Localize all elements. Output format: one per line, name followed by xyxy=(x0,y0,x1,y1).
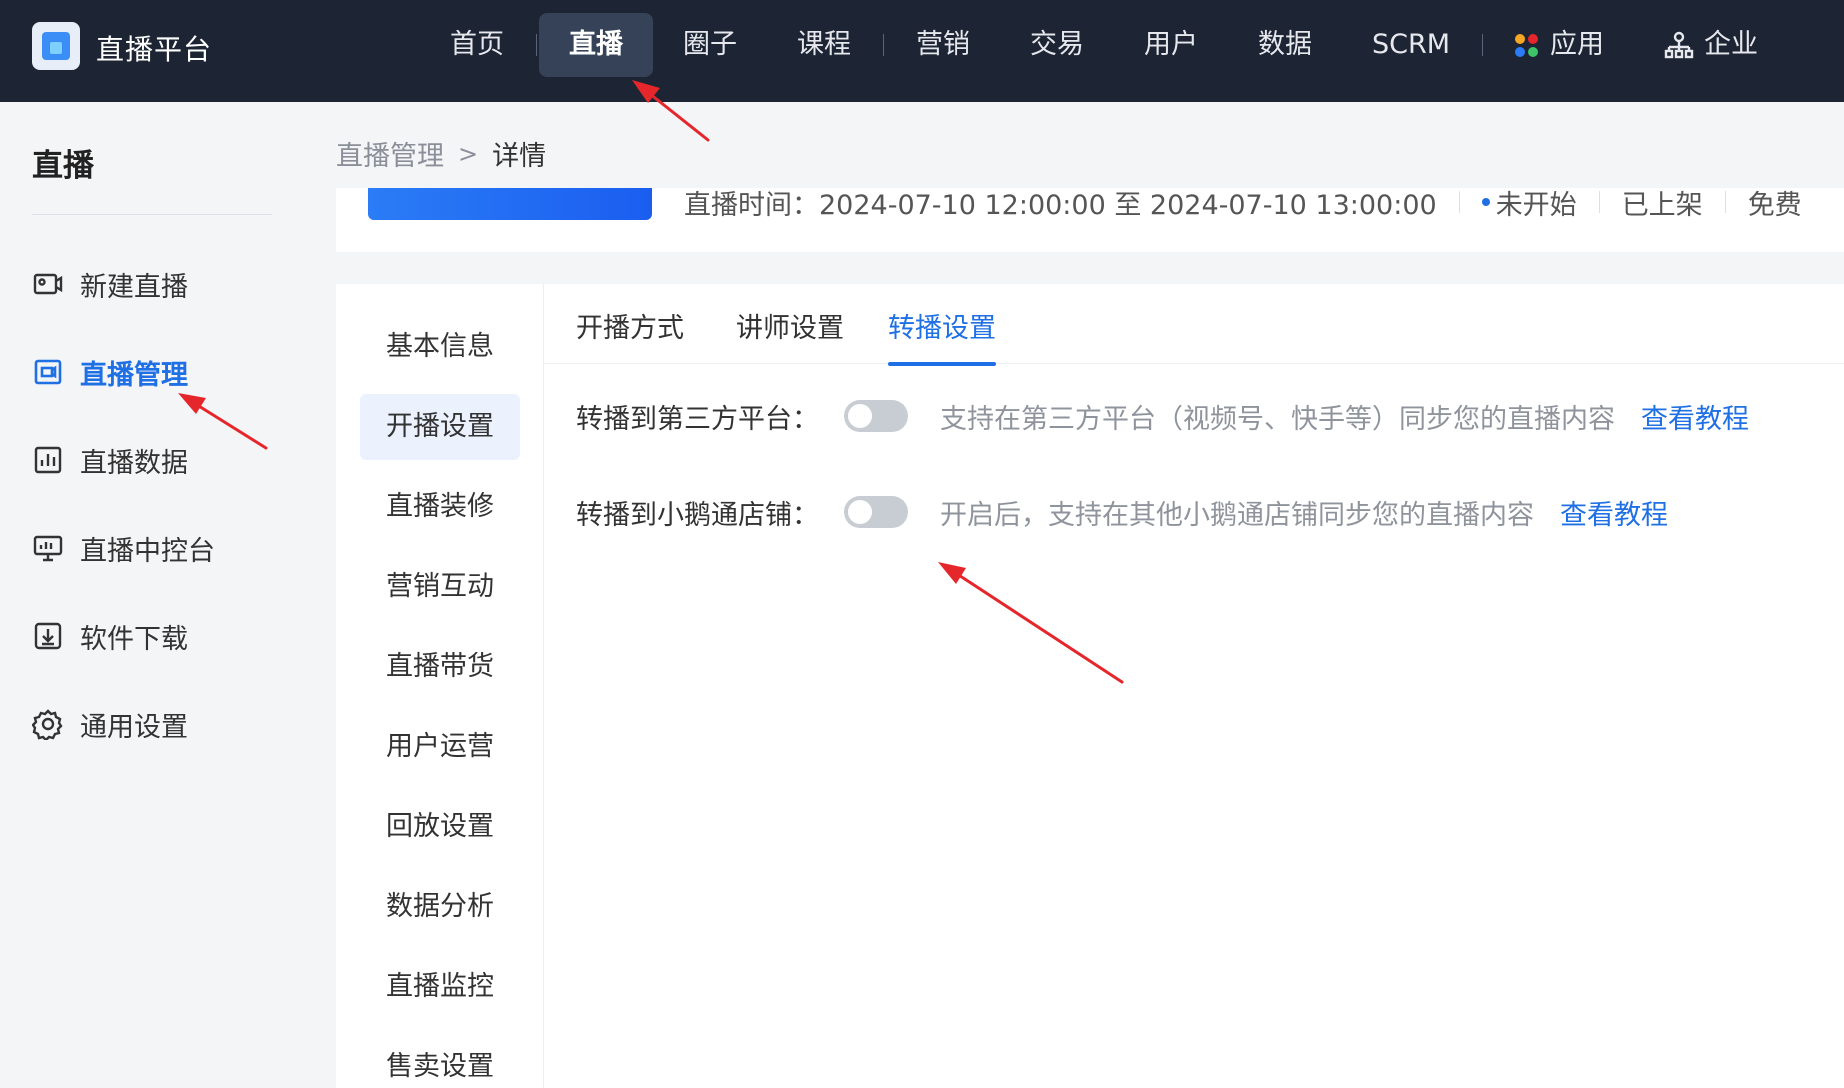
sidebar-item-label: 通用设置 xyxy=(80,711,188,743)
nav-course[interactable]: 课程 xyxy=(767,13,881,77)
meta-divider xyxy=(1724,191,1726,213)
nav-scrm[interactable]: SCRM xyxy=(1342,13,1480,77)
top-navbar: 直播平台 首页 直播 圈子 课程 营销 交易 用户 数据 SCRM 应用 企业 xyxy=(0,0,1844,102)
meta-divider xyxy=(1598,191,1600,213)
platform-logo[interactable] xyxy=(32,22,80,70)
apps-grid-icon xyxy=(1515,33,1539,57)
sidebar-item-download[interactable]: 软件下载 xyxy=(32,616,188,656)
sidebar-item-label: 直播数据 xyxy=(80,447,188,479)
gear-icon xyxy=(32,709,63,740)
live-manage-icon xyxy=(34,359,62,385)
video-camera-icon xyxy=(33,273,63,295)
main-nav: 首页 直播 圈子 课程 营销 交易 用户 数据 SCRM 应用 企业 xyxy=(420,12,1788,78)
subnav-sales-settings[interactable]: 售卖设置 xyxy=(360,1034,520,1088)
settings-content: 开播方式 讲师设置 转播设置 转播到第三方平台： 支持在第三方平台（视频号、快手… xyxy=(544,284,1844,1088)
store-icon xyxy=(42,32,70,60)
live-time-value: 2024-07-10 12:00:00 至 2024-07-10 13:00:0… xyxy=(819,189,1437,221)
sidebar-item-live-manage[interactable]: 直播管理 xyxy=(32,352,188,392)
breadcrumb-separator: > xyxy=(458,139,479,168)
sidebar-divider xyxy=(32,214,272,215)
nav-trade[interactable]: 交易 xyxy=(1000,13,1114,77)
view-tutorial-link[interactable]: 查看教程 xyxy=(1641,397,1749,436)
left-sidebar: 直播 新建直播 直播管理 直播数据 直播中控台 软件下载 通用设置 xyxy=(0,102,300,1088)
meta-divider xyxy=(1458,191,1460,213)
nav-apps-label: 应用 xyxy=(1550,29,1605,60)
setting-description: 支持在第三方平台（视频号、快手等）同步您的直播内容 xyxy=(940,403,1615,435)
org-chart-icon xyxy=(1664,31,1694,59)
live-cover-image xyxy=(368,188,652,220)
subnav-data-analysis[interactable]: 数据分析 xyxy=(360,874,520,940)
live-meta: 直播时间： 2024-07-10 12:00:00 至 2024-07-10 1… xyxy=(684,188,1802,221)
sidebar-item-console[interactable]: 直播中控台 xyxy=(32,528,215,568)
settings-panel: 基本信息 开播设置 直播装修 营销互动 直播带货 用户运营 回放设置 数据分析 … xyxy=(336,284,1844,1088)
view-tutorial-link[interactable]: 查看教程 xyxy=(1560,493,1668,532)
breadcrumb-parent[interactable]: 直播管理 xyxy=(336,134,444,173)
subnav-live-monitor[interactable]: 直播监控 xyxy=(360,954,520,1020)
sidebar-item-settings[interactable]: 通用设置 xyxy=(32,704,188,744)
nav-enterprise[interactable]: 企业 xyxy=(1634,13,1788,77)
third-party-rebroadcast-toggle[interactable] xyxy=(844,400,908,432)
brand-name: 直播平台 xyxy=(96,33,213,66)
live-info-card: 直播时间： 2024-07-10 12:00:00 至 2024-07-10 1… xyxy=(336,188,1844,252)
sidebar-item-label: 新建直播 xyxy=(80,271,188,303)
nav-divider xyxy=(536,34,537,56)
nav-data[interactable]: 数据 xyxy=(1228,13,1342,77)
sidebar-item-label: 软件下载 xyxy=(80,623,188,655)
breadcrumb: 直播管理 > 详情 xyxy=(336,134,546,173)
nav-divider xyxy=(1482,34,1484,56)
setting-label: 转播到小鹅通店铺： xyxy=(576,499,819,531)
shelf-status: 已上架 xyxy=(1621,189,1703,221)
breadcrumb-current: 详情 xyxy=(492,141,547,172)
detail-subnav: 基本信息 开播设置 直播装修 营销互动 直播带货 用户运营 回放设置 数据分析 … xyxy=(336,284,544,1088)
tab-rebroadcast-settings[interactable]: 转播设置 xyxy=(888,306,996,366)
status-dot xyxy=(1481,198,1490,206)
nav-divider xyxy=(883,34,884,56)
setting-row-xiaoe-store: 转播到小鹅通店铺： 开启后，支持在其他小鹅通店铺同步您的直播内容 查看教程 xyxy=(576,492,1668,532)
subnav-replay-settings[interactable]: 回放设置 xyxy=(360,794,520,860)
nav-live[interactable]: 直播 xyxy=(539,13,653,77)
store-rebroadcast-toggle[interactable] xyxy=(844,496,908,528)
live-status: 未开始 xyxy=(1495,189,1577,221)
setting-description: 开启后，支持在其他小鹅通店铺同步您的直播内容 xyxy=(940,499,1534,531)
subnav-live-commerce[interactable]: 直播带货 xyxy=(360,634,520,700)
setting-label: 转播到第三方平台： xyxy=(576,403,819,435)
sidebar-item-label: 直播中控台 xyxy=(80,535,215,567)
nav-apps[interactable]: 应用 xyxy=(1485,13,1634,77)
nav-circle[interactable]: 圈子 xyxy=(653,13,767,77)
nav-home[interactable]: 首页 xyxy=(420,13,534,77)
setting-row-third-party: 转播到第三方平台： 支持在第三方平台（视频号、快手等）同步您的直播内容 查看教程 xyxy=(576,396,1749,436)
nav-marketing[interactable]: 营销 xyxy=(886,13,1000,77)
nav-users[interactable]: 用户 xyxy=(1114,13,1228,77)
live-time-label: 直播时间： xyxy=(684,189,819,221)
bar-chart-icon xyxy=(34,446,62,474)
sidebar-item-live-data[interactable]: 直播数据 xyxy=(32,440,188,480)
subnav-broadcast-settings[interactable]: 开播设置 xyxy=(360,394,520,460)
subnav-marketing-interaction[interactable]: 营销互动 xyxy=(360,554,520,620)
monitor-icon xyxy=(33,535,63,562)
tab-broadcast-method[interactable]: 开播方式 xyxy=(576,306,684,364)
subnav-basic-info[interactable]: 基本信息 xyxy=(360,314,520,380)
price-type: 免费 xyxy=(1747,189,1802,221)
settings-tabs: 开播方式 讲师设置 转播设置 xyxy=(544,284,1844,366)
subnav-user-operation[interactable]: 用户运营 xyxy=(360,714,520,780)
sidebar-item-new-live[interactable]: 新建直播 xyxy=(32,264,188,304)
sidebar-item-label: 直播管理 xyxy=(80,359,188,391)
download-icon xyxy=(34,622,62,650)
nav-enterprise-label: 企业 xyxy=(1704,29,1759,60)
subnav-decoration[interactable]: 直播装修 xyxy=(360,474,520,540)
tab-lecturer-settings[interactable]: 讲师设置 xyxy=(736,306,844,364)
sidebar-title: 直播 xyxy=(32,148,94,184)
